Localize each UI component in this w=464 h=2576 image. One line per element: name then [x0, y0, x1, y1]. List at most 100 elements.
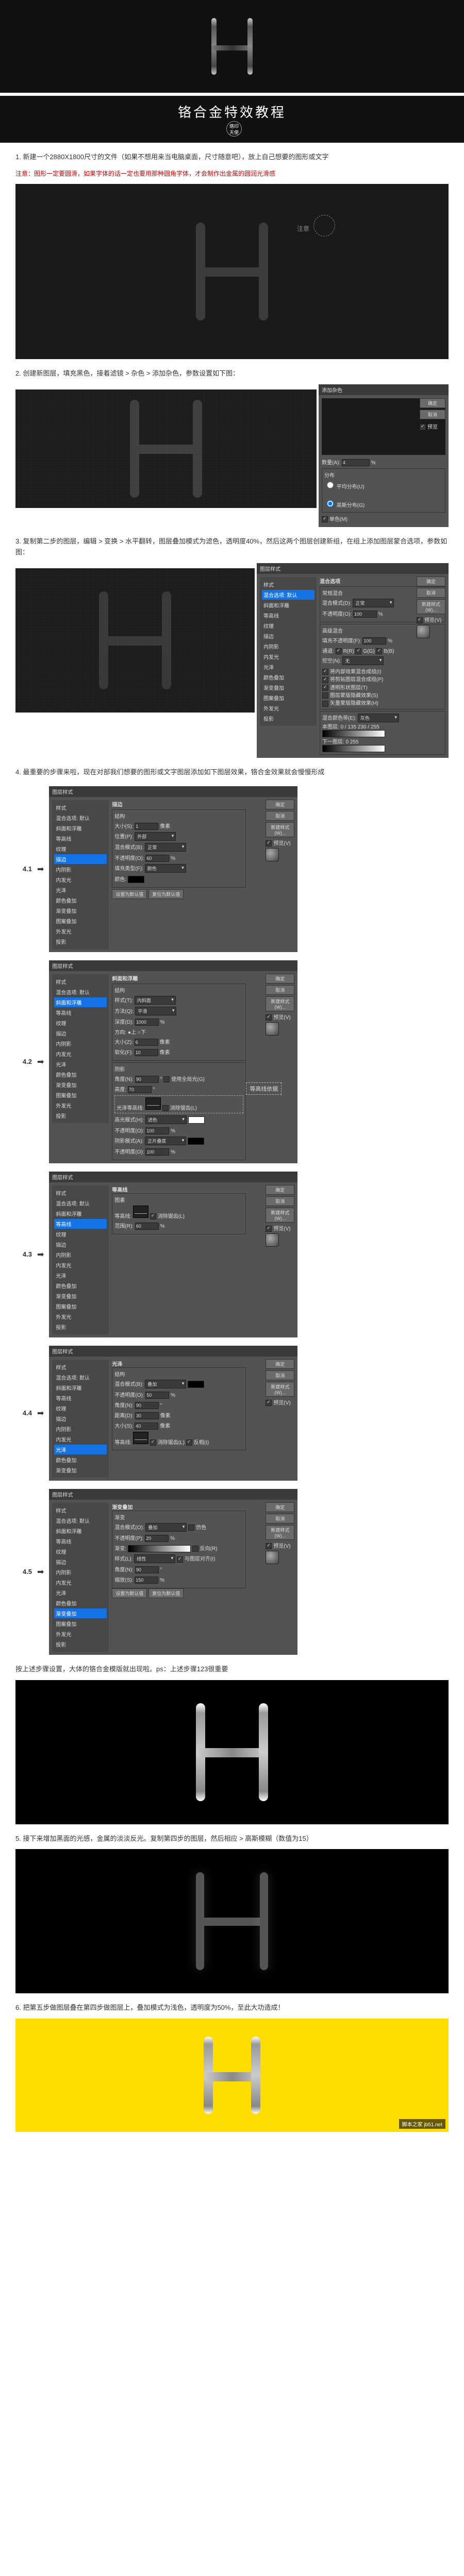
knockout-drop[interactable]: 无 — [342, 656, 384, 665]
stroke-opacity-input[interactable] — [145, 855, 169, 862]
contour-range-input[interactable] — [135, 1223, 159, 1230]
canvas-step3 — [15, 568, 255, 713]
ghost-letter-h — [196, 223, 268, 320]
add-noise-dialog: 添加杂色 确定 取消 预览 数量(A): % 分布 平均分布(U) 高斯分布(G… — [319, 384, 449, 527]
final-letter-h — [204, 2037, 260, 2114]
ok-button[interactable]: 确定 — [420, 398, 445, 408]
step-6: 6. 把第五步做图层叠在第四步做图层上，叠加模式为浅色，透明度为50%，至此大功… — [15, 2003, 449, 2013]
gloss-contour-picker[interactable] — [145, 1097, 161, 1110]
contour-picker[interactable] — [133, 1206, 148, 1218]
hero-logo — [0, 0, 464, 93]
sidebar-contour[interactable]: 等高线 — [262, 611, 314, 620]
blend-if-slider-under[interactable] — [322, 745, 385, 752]
sidebar-stroke[interactable]: 描边 — [262, 631, 314, 641]
ok-button[interactable]: 确定 — [266, 974, 294, 984]
step-4: 4. 最重要的步骤来啦，现在对部我们想要的图形或文字图层添加如下图层效果，铬合金… — [15, 767, 449, 778]
opacity-input[interactable] — [353, 611, 377, 618]
fill-opacity-input[interactable] — [362, 637, 386, 645]
result-glow — [15, 1849, 449, 1993]
sidebar-inner-glow[interactable]: 内发光 — [262, 652, 314, 662]
bevel-method-drop[interactable]: 平滑 — [135, 1007, 176, 1015]
bevel-angle-input[interactable] — [135, 1076, 159, 1083]
new-style-button[interactable]: 新建样式(W)... — [266, 996, 294, 1011]
preview-checkbox[interactable] — [420, 424, 426, 430]
step-5: 5. 接下来增加黑面的光感，金属的淡淡反光。复制第四步的图层，然后相应 > 高斯… — [15, 1834, 449, 1844]
new-style-button[interactable]: 新建样式(W)... — [417, 599, 445, 614]
dialog-title: 图层样式 — [257, 563, 449, 574]
arrow-icon: ➡ — [37, 1249, 44, 1260]
reset-button[interactable]: 复位为默认值 — [148, 889, 184, 899]
canvas-step1: 注意 — [15, 184, 449, 359]
sidebar-inner-shadow[interactable]: 内阴影 — [262, 641, 314, 651]
ok-button[interactable]: 确定 — [417, 577, 445, 586]
sidebar-gradient-overlay[interactable]: 渐变叠加 — [262, 683, 314, 692]
letter-h-chrome — [211, 18, 253, 75]
result-chrome — [15, 1680, 449, 1824]
sidebar-bevel[interactable]: 斜面和浮雕 — [262, 600, 314, 610]
substep-label: 4.4 — [15, 1409, 32, 1417]
default-button[interactable]: 设置为默认值 — [112, 889, 147, 899]
mono-checkbox[interactable] — [322, 516, 328, 522]
page-title: 铬合金特效教程 — [0, 102, 464, 121]
stroke-fill-drop[interactable]: 颜色 — [145, 864, 186, 873]
style-sidebar: 样式 混合选项: 默认 斜面和浮雕 等高线 纹理 描边 内阴影 内发光 光泽 颜… — [52, 974, 109, 1123]
annotation-label: 注意 — [297, 224, 309, 233]
substep-label: 4.3 — [15, 1250, 32, 1258]
bevel-soften-input[interactable] — [135, 1049, 158, 1056]
arrow-icon: ➡ — [37, 1567, 44, 1577]
substep-label: 4.5 — [15, 1568, 32, 1575]
uniform-radio[interactable] — [327, 482, 334, 488]
sidebar-color-overlay[interactable]: 颜色叠加 — [262, 672, 314, 682]
dialog-title: 添加杂色 — [319, 384, 449, 395]
distribution-label: 分布 — [324, 471, 443, 479]
bevel-depth-input[interactable] — [135, 1019, 159, 1026]
author-badge: 烙印天使 — [226, 121, 242, 137]
gaussian-radio[interactable] — [327, 500, 334, 507]
blend-if-slider-this[interactable] — [322, 730, 385, 737]
final-banner: 脚本之家 jb51.net — [15, 2019, 449, 2132]
blend-mode-drop[interactable]: 正常 — [353, 599, 394, 607]
stroke-position-drop[interactable]: 外部 — [135, 832, 176, 841]
cancel-button[interactable]: 取消 — [266, 811, 294, 821]
arrow-icon: ➡ — [37, 864, 44, 874]
sidebar-styles[interactable]: 样式 — [262, 580, 314, 589]
gradient-picker[interactable] — [128, 1545, 191, 1552]
arrow-icon: ➡ — [37, 1057, 44, 1067]
layer-style-stroke-dialog: 图层样式 确定 取消 新建样式(W)... 预览(V) 样式 混合选项: 默认 … — [49, 786, 297, 952]
preview-checkbox[interactable] — [417, 617, 423, 623]
sidebar-texture[interactable]: 纹理 — [262, 621, 314, 631]
sidebar-drop-shadow[interactable]: 投影 — [262, 714, 314, 723]
step-after-4: 按上述步骤设置，大体的铬合金模版就出现啦。ps：上述步骤123很重要 — [15, 1664, 449, 1675]
layer-style-blend-dialog: 图层样式 确定 取消 新建样式(W)... 预览(V) 样式 混合选项: 默认 … — [257, 563, 449, 758]
bevel-style-drop[interactable]: 内斜面 — [135, 996, 176, 1005]
cancel-button[interactable]: 取消 — [420, 410, 445, 419]
step-2: 2. 创建新图层，填充黑色，接着滤镜 > 杂色 > 添加杂色，参数设置如下图： — [15, 368, 449, 379]
callout: 等高线依据 — [246, 1082, 281, 1095]
amount-input[interactable] — [342, 459, 370, 466]
bevel-alt-input[interactable] — [128, 1086, 152, 1093]
sidebar-outer-glow[interactable]: 外发光 — [262, 703, 314, 713]
layer-style-bevel-dialog: 图层样式 确定 取消 新建样式(W)... 预览(V) 样式 混合选项: 默认 … — [49, 960, 297, 1163]
sidebar-pattern-overlay[interactable]: 图案叠加 — [262, 693, 314, 703]
substep-label: 4.1 — [15, 865, 32, 873]
title-bar: 铬合金特效教程 烙印天使 — [0, 96, 464, 143]
canvas-step2 — [15, 389, 317, 508]
bevel-size-input[interactable] — [135, 1039, 158, 1046]
panel-header: 混合选项 — [320, 579, 340, 585]
sidebar-blend-options[interactable]: 混合选项: 默认 — [262, 590, 314, 600]
ok-button[interactable]: 确定 — [266, 800, 294, 809]
stroke-color-swatch[interactable] — [128, 876, 144, 883]
step-3: 3. 复制第二步的图层，编辑 > 变换 > 水平翻转，图层叠加模式为滤色，透明度… — [15, 536, 449, 558]
cancel-button[interactable]: 取消 — [266, 985, 294, 995]
sidebar-satin[interactable]: 光泽 — [262, 662, 314, 672]
new-style-button[interactable]: 新建样式(W)... — [266, 822, 294, 837]
step-1: 1. 新建一个2880X1800尺寸的文件（如果不想用来当电脑桌面，尺寸随意吧）… — [15, 152, 449, 163]
layer-style-contour-dialog: 图层样式 确定 取消 新建样式(W)... 预览(V) 样式 混合选项: 默认 … — [49, 1172, 297, 1337]
cancel-button[interactable]: 取消 — [417, 588, 445, 598]
style-sidebar: 样式 混合选项: 默认 斜面和浮雕 等高线 纹理 描边 内阴影 内发光 光泽 颜… — [260, 577, 317, 726]
substep-label: 4.2 — [15, 1058, 32, 1065]
stroke-size-input[interactable] — [135, 823, 158, 830]
stroke-mode-drop[interactable]: 正常 — [145, 843, 186, 852]
chrome-letter-h — [196, 1703, 268, 1801]
ghost-letter-h-3 — [99, 591, 171, 689]
